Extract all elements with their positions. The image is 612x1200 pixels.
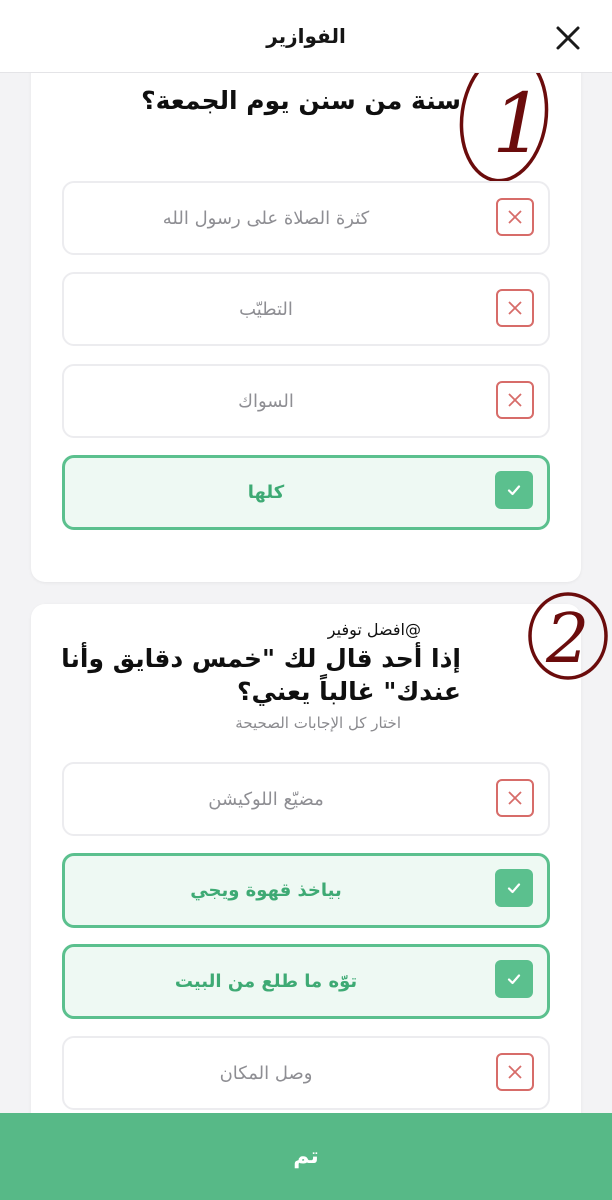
option-label: السواك (238, 390, 294, 412)
wrong-answer-box (496, 289, 534, 327)
x-mark-icon (508, 791, 522, 805)
done-button[interactable]: تم (0, 1113, 612, 1200)
question-2-title: إذا أحد قال لك "خمس دقايق وأنا عندك" غال… (61, 644, 461, 706)
option-label: وصل المكان (219, 1062, 313, 1084)
q1-option-1[interactable]: كثرة الصلاة على رسول الله (62, 181, 550, 255)
option-label: توّه ما طلع من البيت (174, 971, 358, 992)
q2-option-2[interactable]: بياخذ قهوة ويجي (62, 853, 550, 928)
x-mark-icon (508, 393, 522, 407)
correct-answer-box (495, 471, 533, 509)
page-title: الفوازير (266, 24, 346, 48)
checkmark-icon (507, 485, 521, 496)
option-label: بياخذ قهوة ويجي (190, 880, 342, 901)
wrong-answer-box (496, 198, 534, 236)
q2-option-1[interactable]: مضيّع اللوكيشن (62, 762, 550, 836)
question-1-title: سنة من سنن يوم الجمعة؟ (141, 86, 461, 115)
q1-option-3[interactable]: السواك (62, 364, 550, 438)
done-button-label: تم (293, 1144, 319, 1169)
option-label: كثرة الصلاة على رسول الله (162, 207, 370, 229)
q1-option-4[interactable]: كلها (62, 455, 550, 530)
close-button[interactable] (550, 20, 586, 56)
q2-option-4[interactable]: وصل المكان (62, 1036, 550, 1110)
option-label: كلها (247, 482, 285, 503)
x-mark-icon (508, 301, 522, 315)
x-mark-icon (508, 1065, 522, 1079)
option-label: التطيّب (239, 298, 293, 320)
correct-answer-box (495, 869, 533, 907)
wrong-answer-box (496, 381, 534, 419)
correct-answer-box (495, 960, 533, 998)
wrong-answer-box (496, 779, 534, 817)
wrong-answer-box (496, 1053, 534, 1091)
top-bar: الفوازير (0, 0, 612, 73)
question-hint: اختار كل الإجابات الصحيحة (235, 714, 401, 732)
option-label: مضيّع اللوكيشن (208, 788, 324, 810)
q2-option-3[interactable]: توّه ما طلع من البيت (62, 944, 550, 1019)
checkmark-icon (507, 883, 521, 894)
x-mark-icon (508, 210, 522, 224)
account-handle: @افضل توفير (327, 620, 421, 639)
close-icon (556, 26, 580, 50)
q1-option-2[interactable]: التطيّب (62, 272, 550, 346)
checkmark-icon (507, 974, 521, 985)
